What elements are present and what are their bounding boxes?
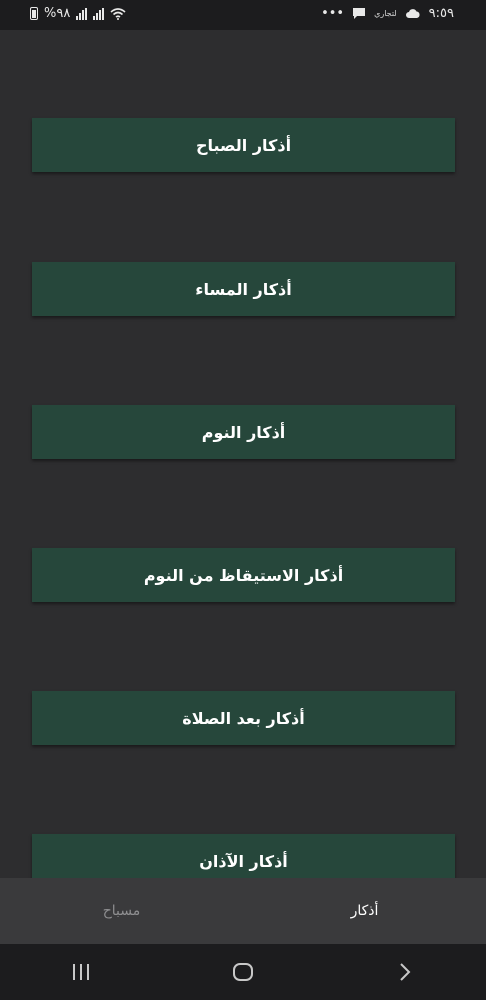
battery-percentage: %٩٨ [44,6,71,21]
wifi-icon [110,7,126,20]
signal-strength-icon-2 [93,7,105,20]
carrier-label: لتجاري [374,9,397,18]
recent-apps-icon [73,964,89,980]
cloud-icon [405,8,420,18]
overflow-dots-icon: ••• [321,6,345,21]
back-button[interactable] [375,952,435,992]
azkar-morning-button[interactable]: أذكار الصباح [32,118,455,172]
status-left-group: %٩٨ [30,6,126,21]
status-time: ٩:٥٩ [428,6,454,21]
azkar-list[interactable]: أذكار الصباح أذكار المساء أذكار النوم أذ… [0,30,486,878]
bottom-tab-bar: مسباح أذكار [0,878,486,944]
azkar-waking-button[interactable]: أذكار الاستيقاظ من النوم [32,548,455,602]
message-icon [353,8,366,19]
status-bar: %٩٨ ••• لتجاري ٩:٥٩ [0,0,486,30]
status-right-group: ••• لتجاري ٩:٥٩ [321,6,454,21]
chevron-right-icon [400,963,411,981]
signal-strength-icon [76,7,88,20]
azkar-evening-button[interactable]: أذكار المساء [32,262,455,316]
system-navigation-bar [0,944,486,1000]
tab-azkar[interactable]: أذكار [243,878,486,944]
recent-apps-button[interactable] [51,952,111,992]
home-button[interactable] [213,952,273,992]
azkar-adhan-button[interactable]: أذكار الآذان [32,834,455,878]
tab-misbah[interactable]: مسباح [0,878,243,944]
azkar-after-prayer-button[interactable]: أذكار بعد الصلاة [32,691,455,745]
home-icon [233,963,253,981]
battery-icon [30,7,38,20]
azkar-sleep-button[interactable]: أذكار النوم [32,405,455,459]
